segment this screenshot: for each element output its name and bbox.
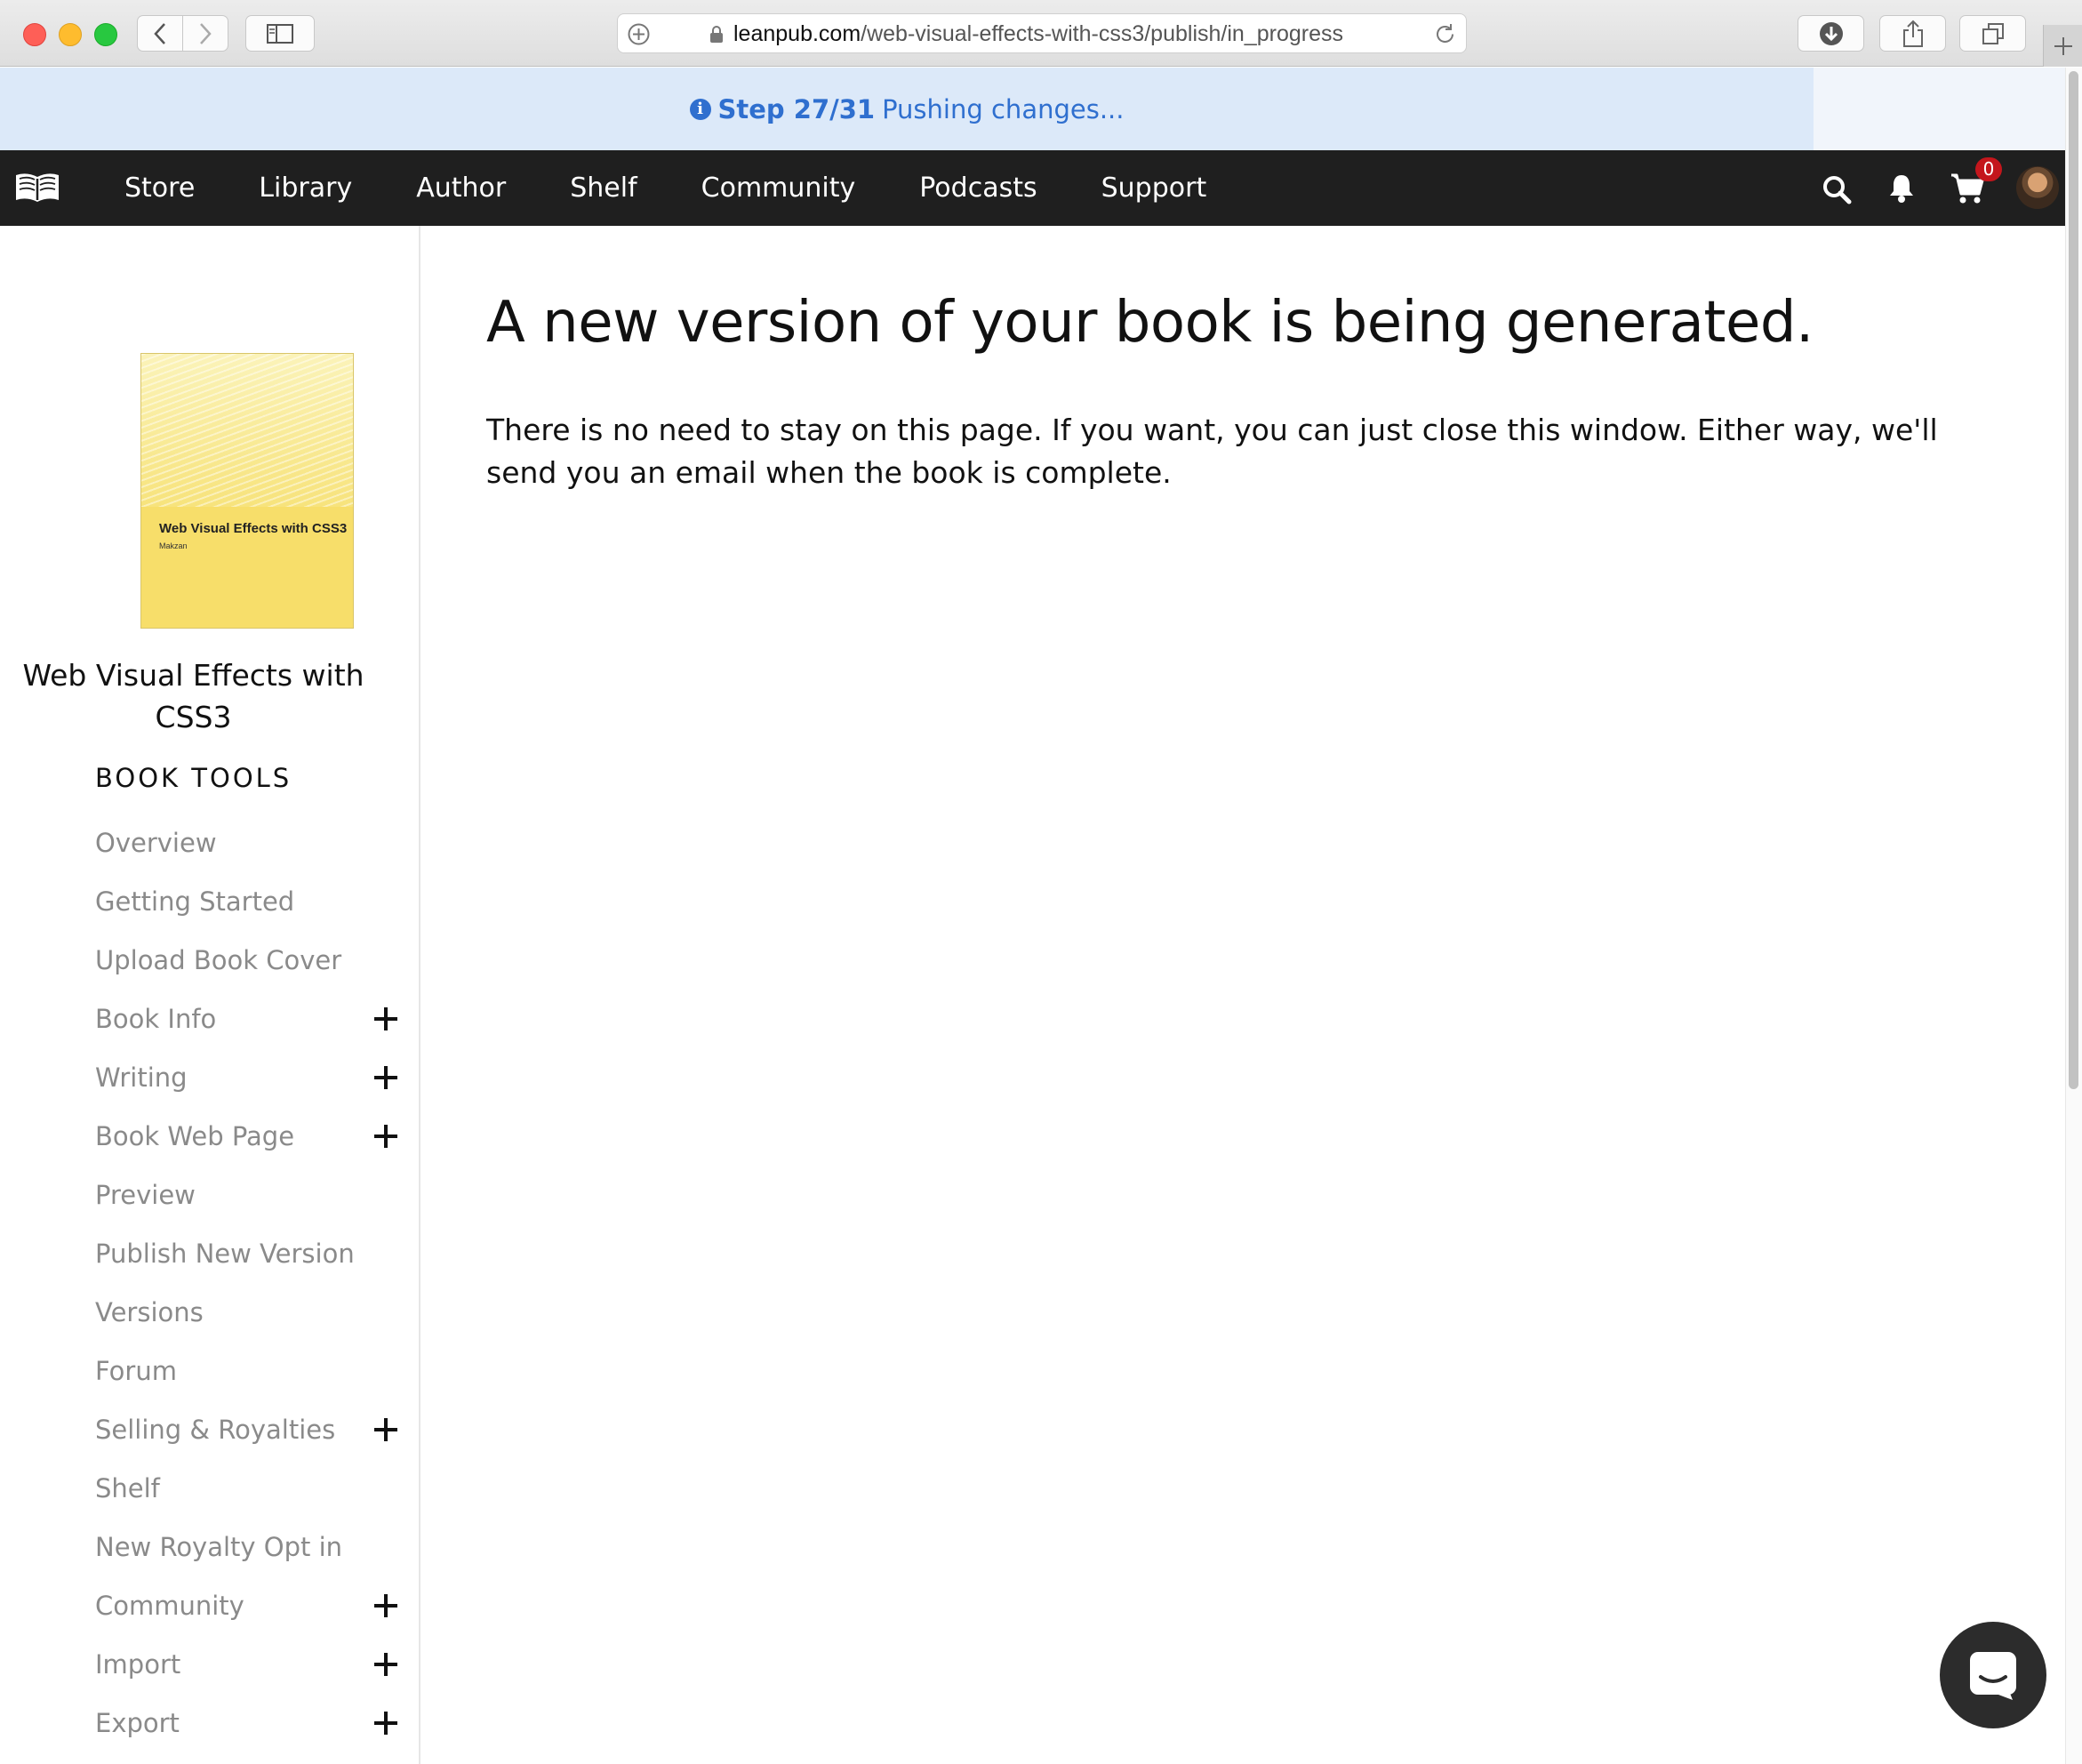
forward-button[interactable] <box>182 15 228 52</box>
page-title: A new version of your book is being gene… <box>486 290 1814 356</box>
reload-icon[interactable] <box>1433 22 1457 46</box>
expand-plus-icon[interactable] <box>374 1712 397 1735</box>
tabs-icon <box>1982 22 2004 44</box>
sidebar-icon <box>267 23 293 44</box>
sidebar-item-forum[interactable]: Forum <box>95 1351 402 1391</box>
sidebar-item-publish-new-version[interactable]: Publish New Version <box>95 1234 402 1273</box>
sidebar-item-overview[interactable]: Overview <box>95 823 402 862</box>
download-icon <box>1819 21 1843 45</box>
tabs-overview-button[interactable] <box>1959 15 2026 52</box>
progress-message: Pushing changes... <box>882 93 1125 124</box>
page-message: There is no need to stay on this page. I… <box>486 413 1938 490</box>
nav-support[interactable]: Support <box>1101 172 1207 204</box>
progress-banner: i Step 27/31 Pushing changes... <box>0 68 1814 150</box>
sidebar-item-book-info[interactable]: Book Info <box>95 999 402 1038</box>
new-tab-button[interactable] <box>2043 25 2082 67</box>
sidebar-item-selling-royalties[interactable]: Selling & Royalties <box>95 1410 402 1449</box>
chevron-left-icon <box>154 22 165 44</box>
sidebar-item-book-web-page[interactable]: Book Web Page <box>95 1117 402 1156</box>
avatar[interactable] <box>2016 166 2059 209</box>
sidebar-item-versions[interactable]: Versions <box>95 1293 402 1332</box>
chat-launcher-button[interactable] <box>1940 1622 2046 1728</box>
expand-plus-icon[interactable] <box>374 1007 397 1030</box>
expand-plus-icon[interactable] <box>374 1653 397 1676</box>
cover-title: Web Visual Effects with CSS3 <box>159 521 348 536</box>
sidebar-item-upload-book-cover[interactable]: Upload Book Cover <box>95 941 402 980</box>
expand-plus-icon[interactable] <box>374 1594 397 1617</box>
site-navbar: Store Library Author Shelf Community Pod… <box>0 150 2080 226</box>
sidebar-item-export[interactable]: Export <box>95 1704 402 1743</box>
book-title: Web Visual Effects with CSS3 <box>22 658 364 734</box>
cover-author: Makzan <box>159 541 188 550</box>
chevron-right-icon <box>200 22 212 44</box>
expand-plus-icon[interactable] <box>374 1125 397 1148</box>
sidebar-item-preview[interactable]: Preview <box>95 1175 402 1215</box>
sidebar-toggle-button[interactable] <box>245 15 315 52</box>
sidebar-item-shelf[interactable]: Shelf <box>95 1469 402 1508</box>
address-bar[interactable]: leanpub.com/web-visual-effects-with-css3… <box>617 13 1467 53</box>
nav-community[interactable]: Community <box>701 172 856 204</box>
main-menu: Store Library Author Shelf Community Pod… <box>124 150 1270 226</box>
close-window-button[interactable] <box>23 23 46 46</box>
share-icon <box>1902 20 1923 47</box>
book-tools-sidebar: Web Visual Effects with CSS3 Makzan Web … <box>0 226 420 1764</box>
cart-count-badge: 0 <box>1975 157 2002 181</box>
scrollbar-thumb[interactable] <box>2069 71 2078 1089</box>
banner-fill <box>1814 68 2065 150</box>
nav-library[interactable]: Library <box>259 172 352 204</box>
expand-plus-icon[interactable] <box>374 1418 397 1441</box>
cover-pattern <box>141 354 353 507</box>
add-bookmark-icon[interactable] <box>627 22 651 46</box>
plus-icon <box>2054 36 2072 55</box>
nav-shelf[interactable]: Shelf <box>570 172 637 204</box>
expand-plus-icon[interactable] <box>374 1066 397 1089</box>
browser-toolbar: leanpub.com/web-visual-effects-with-css3… <box>0 0 2082 67</box>
book-cover[interactable]: Web Visual Effects with CSS3 Makzan <box>140 353 354 629</box>
sidebar-item-import[interactable]: Import <box>95 1645 402 1684</box>
chat-icon <box>1970 1652 2016 1700</box>
nav-author[interactable]: Author <box>416 172 506 204</box>
book-tools-heading: BOOK TOOLS <box>95 763 292 793</box>
progress-step: Step 27/31 <box>717 93 876 124</box>
search-icon[interactable] <box>1822 174 1852 204</box>
lock-icon <box>710 26 723 43</box>
back-button[interactable] <box>137 15 183 52</box>
nav-store[interactable]: Store <box>124 172 195 204</box>
sidebar-item-new-royalty-opt-in[interactable]: New Royalty Opt in <box>95 1527 402 1567</box>
nav-podcasts[interactable]: Podcasts <box>919 172 1037 204</box>
url-text: leanpub.com/web-visual-effects-with-css3… <box>733 21 1343 46</box>
sidebar-item-community[interactable]: Community <box>95 1586 402 1625</box>
info-icon: i <box>689 98 711 120</box>
sidebar-item-getting-started[interactable]: Getting Started <box>95 882 402 921</box>
downloads-button[interactable] <box>1798 15 1864 52</box>
bell-icon[interactable] <box>1887 172 1916 204</box>
sidebar-item-writing[interactable]: Writing <box>95 1058 402 1097</box>
leanpub-logo-icon[interactable] <box>13 170 61 205</box>
share-button[interactable] <box>1879 15 1946 52</box>
minimize-window-button[interactable] <box>59 23 82 46</box>
zoom-window-button[interactable] <box>94 23 117 46</box>
